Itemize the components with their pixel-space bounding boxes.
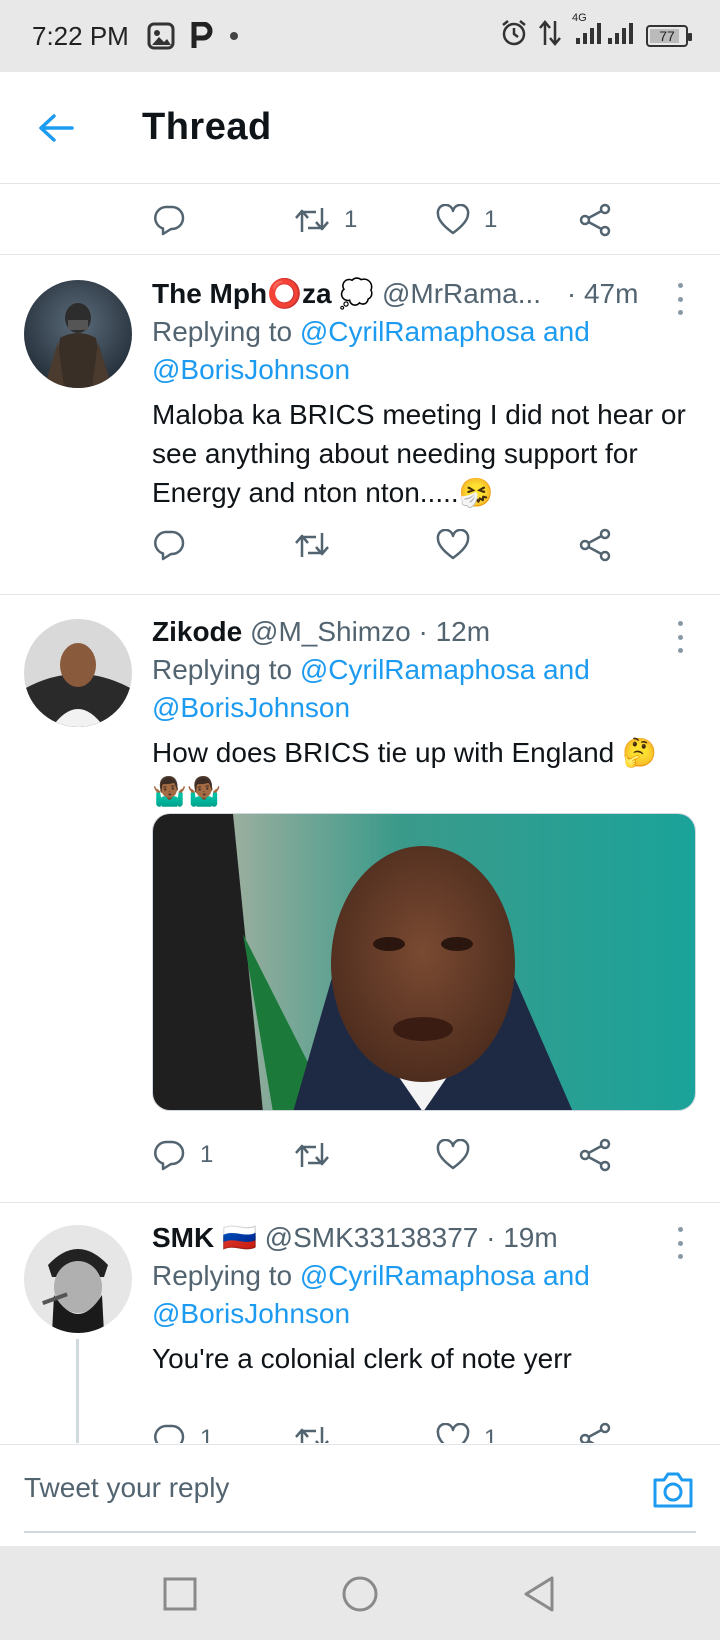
back-nav-button[interactable] <box>518 1572 562 1616</box>
replying-prefix: Replying to <box>152 1260 300 1291</box>
share-icon <box>579 1138 611 1172</box>
retweet-icon <box>295 1427 329 1443</box>
back-triangle-icon <box>524 1576 554 1612</box>
more-options-button[interactable] <box>670 283 690 315</box>
retweet-button[interactable] <box>294 1115 330 1195</box>
prev-tweet-actions: 1 1 <box>0 185 720 255</box>
reply-icon <box>154 205 185 236</box>
author-handle[interactable]: @SMK33138377 <box>265 1222 479 1253</box>
alarm-icon <box>500 19 528 54</box>
tweet-time: · 47m <box>566 278 639 309</box>
reply-count: 1 <box>200 1141 214 1168</box>
reply-composer: Tweet your reply <box>0 1444 720 1546</box>
like-button[interactable]: 1 <box>436 1399 497 1443</box>
reply-icon <box>154 1424 185 1443</box>
reply-button[interactable]: 1 <box>152 1399 213 1443</box>
replying-prefix: Replying to <box>152 654 300 685</box>
reply-icon <box>154 530 185 561</box>
heart-icon <box>436 529 470 560</box>
tweet-actions: 1 1 <box>0 1399 720 1443</box>
author-handle[interactable]: @M_Shimzo <box>250 616 411 647</box>
tweet-header: SMK 🇷🇺 @SMK33138377 · 19m <box>152 1219 696 1257</box>
like-button[interactable] <box>436 505 470 585</box>
replying-prefix: Replying to <box>152 316 300 347</box>
tweet[interactable]: SMK 🇷🇺 @SMK33138377 · 19m Replying to @C… <box>0 1203 720 1443</box>
tweet-text: Maloba ka BRICS meeting I did not hear o… <box>152 399 686 508</box>
gallery-icon <box>147 22 175 50</box>
recents-button[interactable] <box>158 1572 202 1616</box>
camera-icon <box>653 1472 693 1508</box>
signal-icon: 4G <box>572 12 636 53</box>
avatar[interactable] <box>24 1225 132 1333</box>
app-header: Thread <box>0 72 720 184</box>
battery-level: 77 <box>659 28 675 44</box>
network-type-label: 4G <box>572 11 587 24</box>
share-icon <box>579 528 611 562</box>
replying-to: Replying to @CyrilRamaphosa and @BorisJo… <box>152 651 696 727</box>
reply-button[interactable]: 1 <box>152 1115 213 1195</box>
author-name[interactable]: Zikode <box>152 616 242 647</box>
like-count: 1 <box>484 206 498 233</box>
share-button[interactable] <box>578 505 612 585</box>
like-button[interactable] <box>436 1115 470 1195</box>
dot-icon <box>229 31 239 41</box>
retweet-button[interactable] <box>294 505 330 585</box>
like-count: 1 <box>484 1425 498 1443</box>
status-time: 7:22 PM <box>32 20 129 51</box>
retweet-count: 1 <box>344 206 358 233</box>
recents-square-icon <box>163 1577 197 1611</box>
camera-button[interactable] <box>650 1467 696 1513</box>
retweet-button[interactable]: 1 <box>294 185 357 255</box>
arrow-left-icon <box>39 113 74 142</box>
parking-icon <box>191 22 213 50</box>
page-title: Thread <box>142 106 272 148</box>
tweet-actions: 1 <box>0 1115 720 1195</box>
share-button[interactable] <box>578 1399 612 1443</box>
thread-feed[interactable]: 1 1 The Mph⭕za 💭 @MrRama... · 47m Replyi… <box>0 185 720 1443</box>
tweet-actions <box>0 505 720 585</box>
author-handle[interactable]: @MrRama... <box>382 278 541 309</box>
share-button[interactable] <box>578 185 612 255</box>
retweet-button[interactable] <box>294 1399 330 1443</box>
reply-input[interactable]: Tweet your reply <box>24 1445 696 1533</box>
reply-icon <box>154 1140 185 1171</box>
tweet-photo[interactable] <box>152 813 696 1111</box>
heart-icon <box>436 1139 470 1170</box>
retweet-icon <box>295 533 329 557</box>
reply-button[interactable] <box>152 185 186 255</box>
tweet-text: How does BRICS tie up with England 🤔 🤷🏾‍… <box>152 737 657 807</box>
tweet-text: You're a colonial clerk of note yerr <box>152 1343 572 1374</box>
tweet-header: The Mph⭕za 💭 @MrRama... · 47m <box>152 275 696 313</box>
tweet-time: · 12m <box>418 616 491 647</box>
share-button[interactable] <box>578 1115 612 1195</box>
retweet-icon <box>295 208 329 232</box>
avatar[interactable] <box>24 280 132 388</box>
home-button[interactable] <box>338 1572 382 1616</box>
more-options-button[interactable] <box>670 1227 690 1259</box>
data-arrows-icon <box>538 19 562 54</box>
reply-count: 1 <box>200 1425 214 1443</box>
system-nav-bar <box>0 1546 720 1640</box>
like-button[interactable]: 1 <box>436 185 497 255</box>
avatar[interactable] <box>24 619 132 727</box>
home-circle-icon <box>342 1576 378 1612</box>
retweet-icon <box>295 1143 329 1167</box>
share-icon <box>579 1422 611 1443</box>
tweet-header: Zikode @M_Shimzo · 12m <box>152 613 696 651</box>
tweet[interactable]: The Mph⭕za 💭 @MrRama... · 47m Replying t… <box>0 255 720 595</box>
heart-icon <box>436 204 470 235</box>
replying-to: Replying to @CyrilRamaphosa and @BorisJo… <box>152 1257 696 1333</box>
share-icon <box>579 203 611 237</box>
heart-icon <box>436 1423 470 1443</box>
replying-to: Replying to @CyrilRamaphosa and @BorisJo… <box>152 313 696 389</box>
tweet-time: · 19m <box>486 1222 558 1253</box>
status-bar: 7:22 PM 4G 77 <box>0 0 720 72</box>
more-options-button[interactable] <box>670 621 690 653</box>
author-name[interactable]: SMK 🇷🇺 <box>152 1222 257 1253</box>
reply-button[interactable] <box>152 505 186 585</box>
author-name[interactable]: The Mph⭕za 💭 <box>152 278 374 309</box>
tweet[interactable]: Zikode @M_Shimzo · 12m Replying to @Cyri… <box>0 595 720 1203</box>
battery-icon: 77 <box>646 25 692 47</box>
back-button[interactable] <box>26 98 86 158</box>
